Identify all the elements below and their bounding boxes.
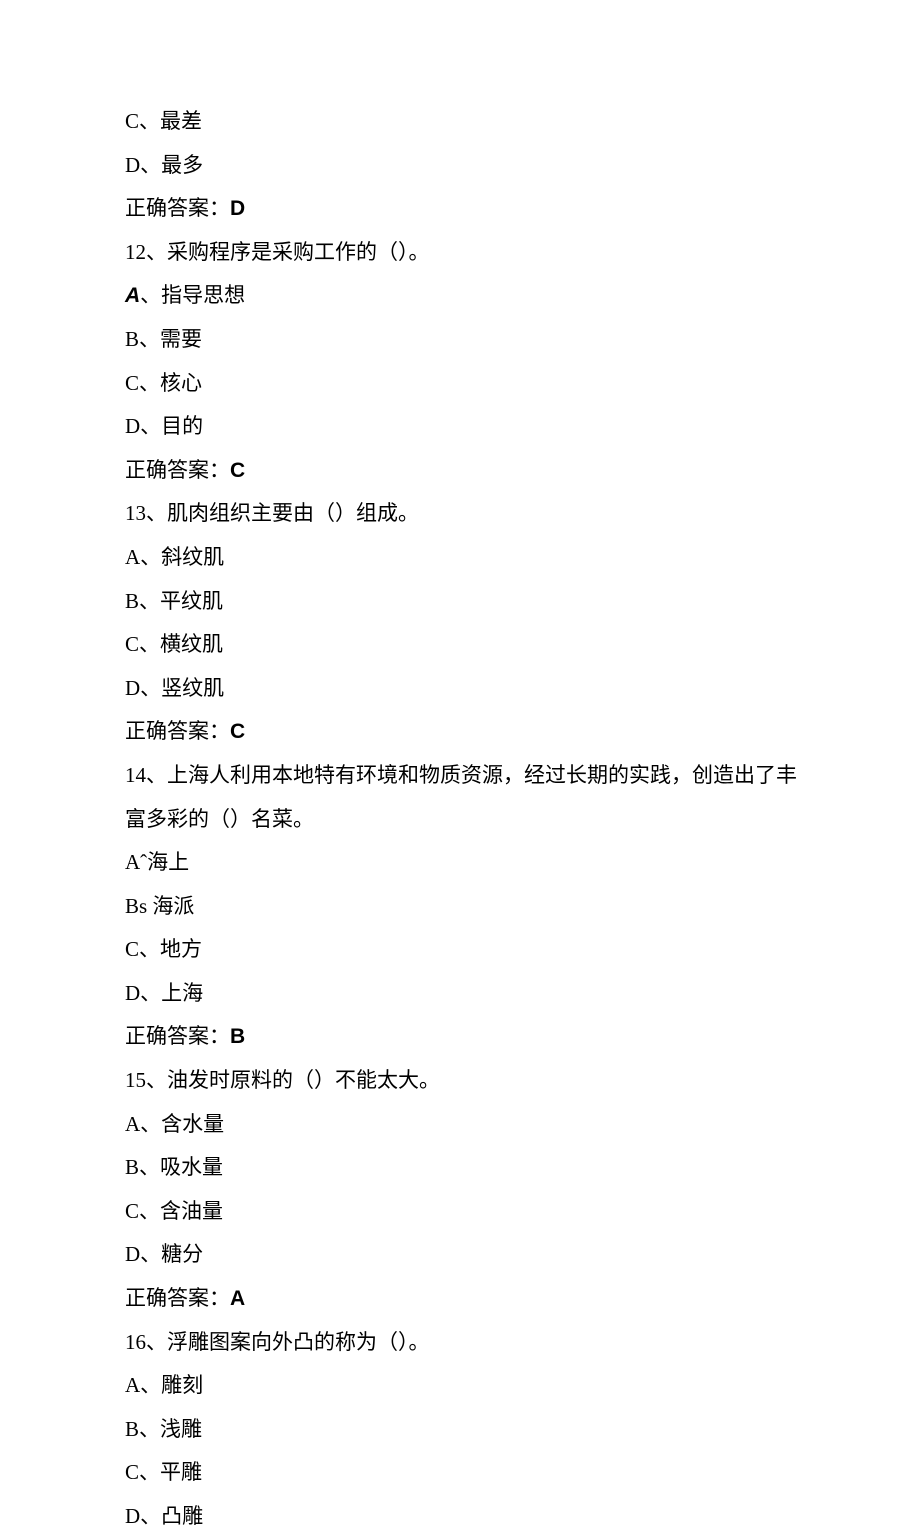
option-line: A、指导思想 [125, 279, 815, 313]
answer-line: 正确答案：C [125, 454, 815, 488]
answer-line: 正确答案：C [125, 715, 815, 749]
answer-value: B [230, 1025, 245, 1048]
option-line: Bs 海派 [125, 890, 815, 924]
option-line: C、地方 [125, 933, 815, 967]
option-line: D、糖分 [125, 1238, 815, 1272]
option-line: C、核心 [125, 367, 815, 401]
answer-line: 正确答案：D [125, 192, 815, 226]
answer-value: C [230, 720, 245, 743]
question-line: 14、上海人利用本地特有环境和物质资源，经过长期的实践，创造出了丰 [125, 759, 815, 793]
question-line: 12、采购程序是采购工作的（）。 [125, 236, 815, 270]
option-line: Aˆ海上 [125, 846, 815, 880]
option-line: D、竖纹肌 [125, 672, 815, 706]
answer-prefix: 正确答案： [125, 1024, 230, 1048]
answer-value: A [230, 1287, 245, 1310]
answer-prefix: 正确答案： [125, 719, 230, 743]
question-line: 16、浮雕图案向外凸的称为（）。 [125, 1326, 815, 1360]
option-line: A、斜纹肌 [125, 541, 815, 575]
question-line: 15、油发时原料的（）不能太大。 [125, 1064, 815, 1098]
option-letter: A [125, 284, 140, 307]
option-line: C、最差 [125, 105, 815, 139]
answer-prefix: 正确答案： [125, 196, 230, 220]
answer-prefix: 正确答案： [125, 458, 230, 482]
option-line: A、含水量 [125, 1108, 815, 1142]
option-line: B、需要 [125, 323, 815, 357]
document-content: C、最差 D、最多 正确答案：D 12、采购程序是采购工作的（）。 A、指导思想… [125, 105, 815, 1534]
option-line: D、最多 [125, 149, 815, 183]
answer-line: 正确答案：B [125, 1020, 815, 1054]
option-line: B、平纹肌 [125, 585, 815, 619]
option-line: B、吸水量 [125, 1151, 815, 1185]
answer-value: C [230, 459, 245, 482]
question-line: 13、肌肉组织主要由（）组成。 [125, 497, 815, 531]
option-line: D、目的 [125, 410, 815, 444]
option-line: D、上海 [125, 977, 815, 1011]
answer-prefix: 正确答案： [125, 1286, 230, 1310]
answer-line: 正确答案：A [125, 1282, 815, 1316]
option-line: A、雕刻 [125, 1369, 815, 1403]
option-line: B、浅雕 [125, 1413, 815, 1447]
option-line: C、含油量 [125, 1195, 815, 1229]
option-line: D、凸雕 [125, 1500, 815, 1534]
option-line: C、横纹肌 [125, 628, 815, 662]
option-line: C、平雕 [125, 1456, 815, 1490]
question-line-wrap: 富多彩的（）名菜。 [125, 803, 815, 837]
option-text: 、指导思想 [140, 283, 245, 307]
answer-value: D [230, 197, 245, 220]
